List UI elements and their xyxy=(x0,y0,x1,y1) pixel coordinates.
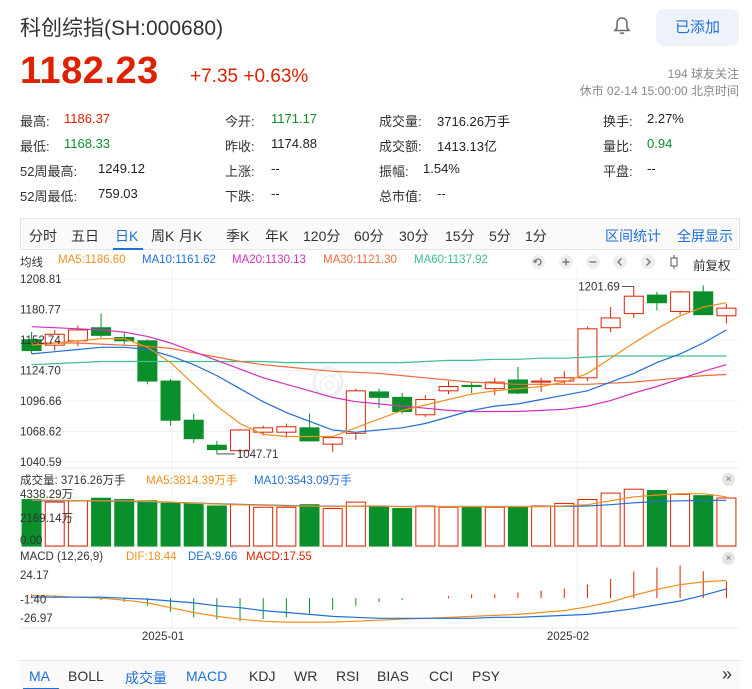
macd-legend: MACD (12,26,9) xyxy=(20,551,104,563)
volume-legend: 成交量: 3716.26万手 xyxy=(20,475,126,487)
candle-body xyxy=(299,427,320,442)
indicator-tab[interactable]: CCI xyxy=(429,668,453,684)
indicator-tab[interactable]: MACD xyxy=(186,668,227,684)
indicator-tab[interactable]: BIAS xyxy=(377,668,409,684)
volume-bar xyxy=(276,506,297,547)
indicator-tab[interactable]: KDJ xyxy=(249,668,275,684)
candle-body xyxy=(67,329,88,342)
indicator-tab[interactable]: WR xyxy=(294,668,317,684)
volume-bar xyxy=(253,506,274,547)
volume-bar xyxy=(322,508,343,547)
price-axis-label: 1124.70 xyxy=(20,366,61,378)
volume-bar xyxy=(507,506,528,547)
high-annotation: 1201.69 xyxy=(578,281,620,293)
volume-axis-label: 2169.14万 xyxy=(20,513,73,525)
candle-body xyxy=(623,295,644,315)
date-axis-label: 2025-02 xyxy=(547,631,589,643)
price-axis-label: 1152.74 xyxy=(20,335,61,347)
volume-bar xyxy=(369,505,389,547)
candle-body xyxy=(461,384,482,387)
candle-body xyxy=(369,391,389,398)
volume-bar xyxy=(531,505,552,547)
volume-bar xyxy=(461,506,482,547)
volume-bar xyxy=(693,495,714,547)
volume-axis-label: 4338.29万 xyxy=(20,489,73,501)
volume-bar xyxy=(392,508,413,547)
volume-bar xyxy=(183,502,204,547)
indicator-tabbar: MA BOLL 成交量 MACD KDJ WR RSI BIAS CCI PSY » xyxy=(20,660,740,689)
volume-axis-label: 0.00 xyxy=(20,535,42,547)
volume-ma5-legend: MA5:3814.39万手 xyxy=(146,475,238,487)
ma60-line xyxy=(31,355,727,366)
volume-bar xyxy=(206,505,227,547)
close-volume-icon[interactable]: × xyxy=(722,473,735,486)
candle-body xyxy=(577,328,598,379)
price-axis-label: 1068.62 xyxy=(20,427,62,439)
close-macd-icon[interactable]: × xyxy=(722,552,735,565)
dea-legend: DEA:9.66 xyxy=(188,551,238,563)
indicator-tab[interactable]: 成交量 xyxy=(125,668,167,688)
indicator-tab[interactable]: BOLL xyxy=(68,668,104,684)
dea-line xyxy=(31,588,727,619)
candle-body xyxy=(345,390,366,434)
candle-body xyxy=(693,291,714,316)
candle-body xyxy=(276,426,297,433)
volume-bar xyxy=(554,502,575,547)
volume-bar xyxy=(716,497,737,547)
candle-body xyxy=(322,437,343,445)
candle-body xyxy=(531,380,552,383)
macd-axis-label: 24.17 xyxy=(20,570,49,582)
volume-bar xyxy=(345,501,366,547)
price-axis-label: 1180.77 xyxy=(20,305,61,317)
candle-body xyxy=(600,317,621,329)
price-axis-label: 1096.66 xyxy=(20,396,62,408)
volume-bar xyxy=(670,493,691,547)
candle-body xyxy=(438,385,459,392)
volume-bar xyxy=(91,497,112,547)
candle-body xyxy=(507,379,528,394)
candle-body xyxy=(91,327,112,336)
volume-bar xyxy=(299,504,320,547)
macd-value-legend: MACD:17.55 xyxy=(246,551,312,563)
candle-body xyxy=(160,380,181,421)
candle-body xyxy=(230,429,251,452)
indicator-tab[interactable]: MA xyxy=(29,668,50,684)
dif-legend: DIF:18.44 xyxy=(126,551,177,563)
volume-bar xyxy=(415,505,436,547)
price-axis-label: 1208.81 xyxy=(20,274,62,286)
stock-chart[interactable]: ◎1208.811180.771152.741124.701096.661068… xyxy=(0,0,752,660)
volume-ma5-line xyxy=(31,493,727,508)
ma5-line xyxy=(31,302,727,438)
volume-bar xyxy=(160,502,181,547)
volume-bar xyxy=(646,489,667,547)
price-axis-label: 1040.59 xyxy=(20,457,62,469)
indicator-tab[interactable]: PSY xyxy=(472,668,500,684)
volume-bar xyxy=(137,500,158,547)
candle-body xyxy=(716,307,737,317)
volume-bar xyxy=(230,504,251,547)
more-icon[interactable]: » xyxy=(722,664,732,685)
candle-body xyxy=(646,294,667,304)
candle-body xyxy=(206,444,227,451)
low-annotation: 1047.71 xyxy=(237,449,279,461)
indicator-tab[interactable]: RSI xyxy=(336,668,359,684)
volume-bar xyxy=(438,506,459,547)
macd-axis-label: -26.97 xyxy=(20,613,53,625)
candle-body xyxy=(183,419,204,440)
date-axis-label: 2025-01 xyxy=(142,631,184,643)
volume-ma10-legend: MA10:3543.09万手 xyxy=(254,475,352,487)
candle-body xyxy=(670,291,691,312)
volume-bar xyxy=(484,506,505,547)
macd-axis-label: -1.40 xyxy=(20,595,46,607)
volume-bar xyxy=(114,499,135,547)
